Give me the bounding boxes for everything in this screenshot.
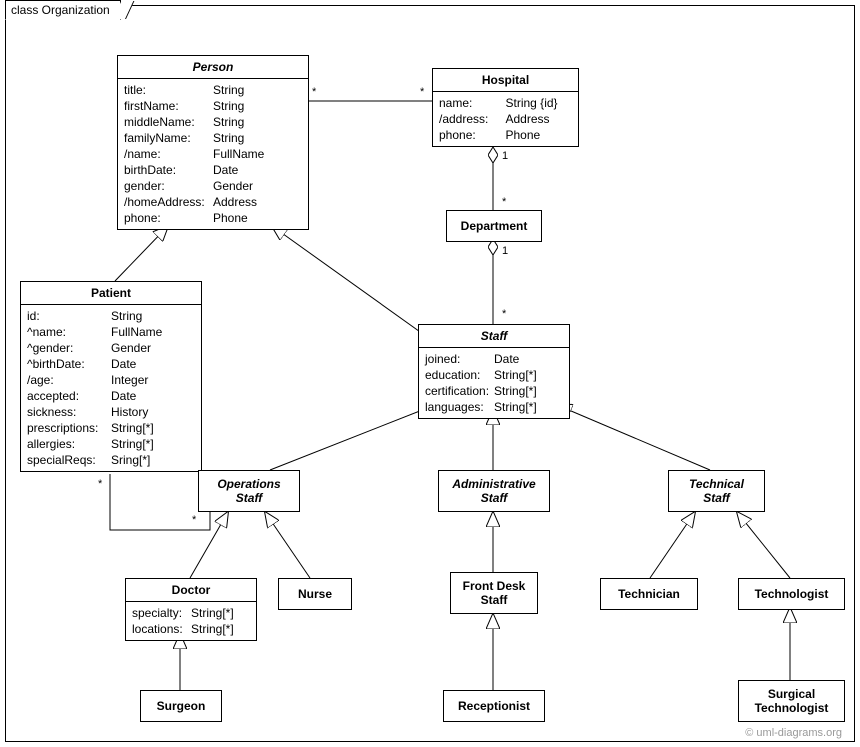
class-name: Hospital [433, 69, 578, 91]
class-surgeon: Surgeon [140, 690, 222, 722]
class-ops-staff: OperationsStaff [198, 470, 300, 512]
diagram-frame: class Organization [0, 0, 860, 747]
attr-types: StringStringStringStringFullNameDateGend… [213, 82, 302, 226]
class-hospital: Hospital name:/address:phone: String {id… [432, 68, 579, 147]
mult: * [312, 86, 316, 98]
mult: * [98, 478, 102, 490]
class-department: Department [446, 210, 542, 242]
class-admin-staff: AdministrativeStaff [438, 470, 550, 512]
watermark: © uml-diagrams.org [745, 727, 842, 739]
attrs: title:firstName:middleName:familyName:/n… [118, 78, 308, 229]
class-receptionist: Receptionist [443, 690, 545, 722]
class-nurse: Nurse [278, 578, 352, 610]
package-label: class Organization [11, 3, 110, 17]
class-surg-tech: SurgicalTechnologist [738, 680, 845, 722]
mult: * [502, 196, 506, 208]
mult: * [420, 86, 424, 98]
class-tech-staff: TechnicalStaff [668, 470, 765, 512]
class-patient: Patient id:^name:^gender:^birthDate:/age… [20, 281, 202, 472]
class-name: Staff [419, 325, 569, 347]
attr-names: title:firstName:middleName:familyName:/n… [124, 82, 213, 226]
class-doctor: Doctor specialty:locations:String[*]Stri… [125, 578, 257, 641]
mult: * [502, 308, 506, 320]
class-front-desk: Front DeskStaff [450, 572, 538, 614]
class-person: Person title:firstName:middleName:family… [117, 55, 309, 230]
class-staff: Staff joined:education:certification:lan… [418, 324, 570, 419]
class-name: Person [118, 56, 308, 78]
class-technologist: Technologist [738, 578, 845, 610]
mult: 1 [502, 150, 508, 162]
class-name: Patient [21, 282, 201, 304]
class-technician: Technician [600, 578, 698, 610]
mult: * [192, 514, 196, 526]
package-tab: class Organization [5, 0, 121, 20]
mult: 1 [502, 245, 508, 257]
attrs: name:/address:phone: String {id}AddressP… [433, 91, 578, 146]
